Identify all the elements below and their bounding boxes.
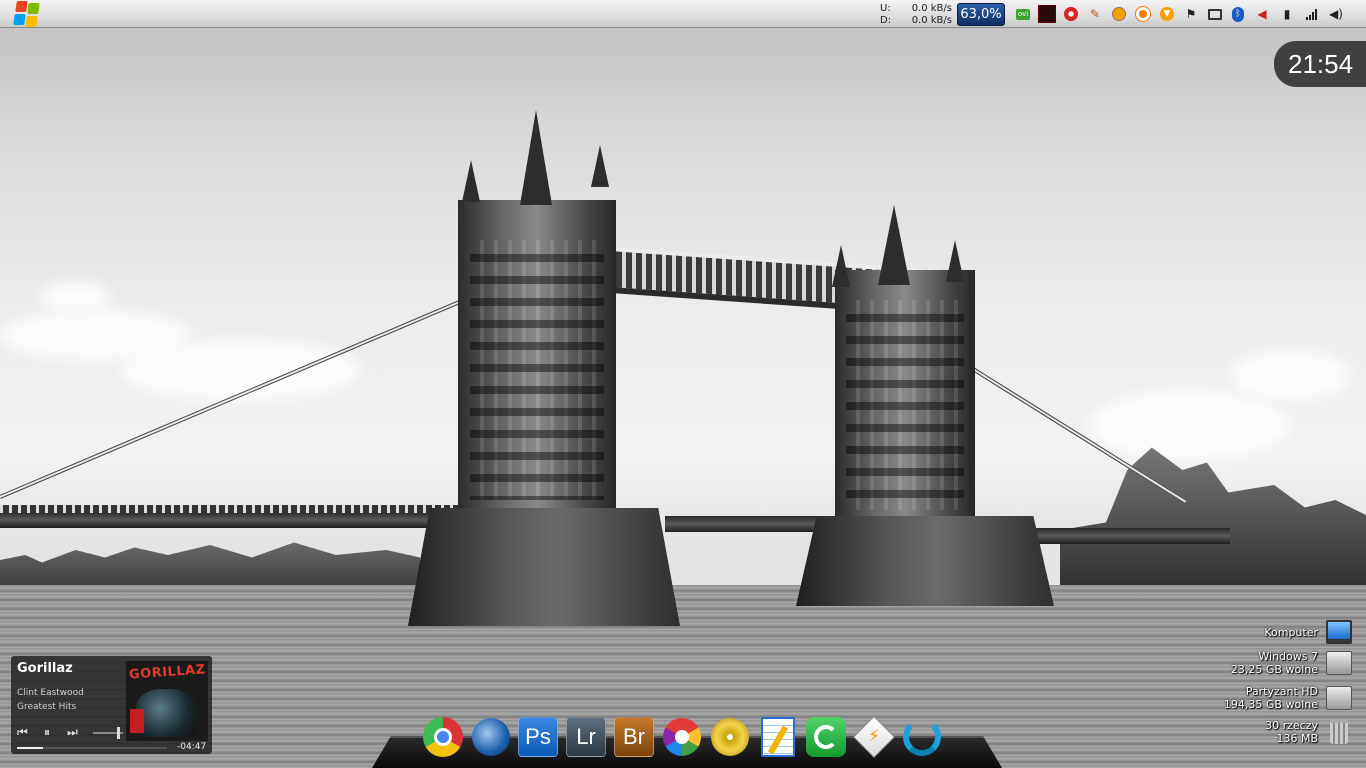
computer-shortcut[interactable]: Komputer [1264, 620, 1352, 644]
drive-name: Windows 7 [1258, 650, 1318, 663]
photoshop-label: Ps [518, 717, 558, 757]
album-title: Greatest Hits [17, 702, 77, 712]
coin-icon[interactable] [1110, 5, 1128, 23]
lightroom-icon[interactable]: Lr [564, 715, 608, 759]
recycle-bin-icon [1330, 720, 1348, 744]
disc-burner-icon[interactable] [708, 715, 752, 759]
volume-slider[interactable] [93, 727, 123, 739]
computer-label: Komputer [1264, 625, 1318, 639]
signal-icon[interactable] [1302, 5, 1320, 23]
picasa-icon[interactable] [660, 715, 704, 759]
top-bar: U: 0.0 kB/s D: 0.0 kB/s 63,0% ovi ✎ ▼ ⚑ ᛒ … [0, 0, 1366, 28]
thunderbird-icon[interactable] [469, 715, 513, 759]
network-icon[interactable] [1206, 5, 1224, 23]
antivirus-icon[interactable] [1062, 5, 1080, 23]
next-track-button[interactable]: ⏭ [67, 725, 78, 740]
notepad-icon[interactable] [756, 715, 800, 759]
drive-name: Partyzant HD [1245, 685, 1318, 698]
album-cover-logo: GORILLAZ [128, 662, 207, 683]
orange-sync-icon[interactable] [1134, 5, 1152, 23]
speaker-icon[interactable]: ◀) [1327, 5, 1345, 23]
download-label: D: [880, 15, 892, 26]
lightroom-label: Lr [566, 717, 606, 757]
time-remaining: -04:47 [177, 742, 207, 752]
volume-icon[interactable]: ◀ [1253, 5, 1271, 23]
photoshop-icon[interactable]: Ps [516, 715, 560, 759]
previous-track-button[interactable]: ⏮ [17, 725, 28, 740]
windows-logo-icon [15, 1, 28, 12]
partyzant-drive-shortcut[interactable]: Partyzant HD 194,35 GB wolne [1224, 685, 1352, 711]
download-speed: 0.0 kB/s [911, 15, 952, 26]
hard-drive-icon [1326, 686, 1352, 710]
tools-icon[interactable]: ✎ [1086, 5, 1104, 23]
network-speed-meter: U: 0.0 kB/s D: 0.0 kB/s [880, 3, 952, 27]
flag-icon[interactable]: ⚑ [1182, 5, 1200, 23]
desktop-wallpaper [0, 0, 1366, 768]
ovi-label: ovi [1015, 8, 1031, 20]
bluetooth-icon[interactable]: ᛒ [1229, 5, 1247, 23]
track-progress-bar[interactable] [17, 747, 167, 749]
chrome-icon[interactable] [421, 715, 465, 759]
media-player-widget: Gorillaz Clint Eastwood Greatest Hits GO… [11, 656, 212, 754]
track-title: Clint Eastwood [17, 688, 84, 698]
recycle-bin-item-count: 30 rzeczy [1265, 719, 1318, 732]
drive-free-space: 194,35 GB wolne [1223, 698, 1318, 711]
artist-name: Gorillaz [17, 661, 73, 676]
hard-drive-icon [1326, 651, 1352, 675]
recycle-bin-size: 136 MB [1276, 732, 1318, 745]
upload-speed: 0.0 kB/s [911, 3, 952, 14]
start-button[interactable] [13, 0, 40, 38]
monitor-icon [1326, 620, 1352, 644]
upload-label: U: [880, 3, 891, 14]
power-icon[interactable]: ▮ [1278, 5, 1296, 23]
bridge-label: Br [614, 717, 654, 757]
cpu-usage-meter[interactable]: 63,0% [957, 3, 1005, 26]
download-arrow-icon[interactable]: ▼ [1158, 5, 1176, 23]
album-cover: GORILLAZ [126, 661, 208, 741]
winamp-icon[interactable]: ⚡ [852, 715, 896, 759]
desktop-clock: 21:54 [1274, 41, 1366, 87]
pause-button[interactable]: ⏸ [44, 725, 50, 740]
drive-free-space: 23,25 GB wolne [1230, 663, 1318, 676]
windows7-drive-shortcut[interactable]: Windows 7 23,25 GB wolne [1231, 650, 1352, 676]
recycle-bin-shortcut[interactable]: 30 rzeczy 136 MB [1265, 719, 1352, 745]
sync-icon[interactable] [900, 715, 944, 759]
cpu-graph-icon[interactable] [1038, 5, 1056, 23]
bittorrent-icon[interactable] [804, 715, 848, 759]
ovi-icon[interactable]: ovi [1014, 5, 1032, 23]
bridge-icon[interactable]: Br [612, 715, 656, 759]
